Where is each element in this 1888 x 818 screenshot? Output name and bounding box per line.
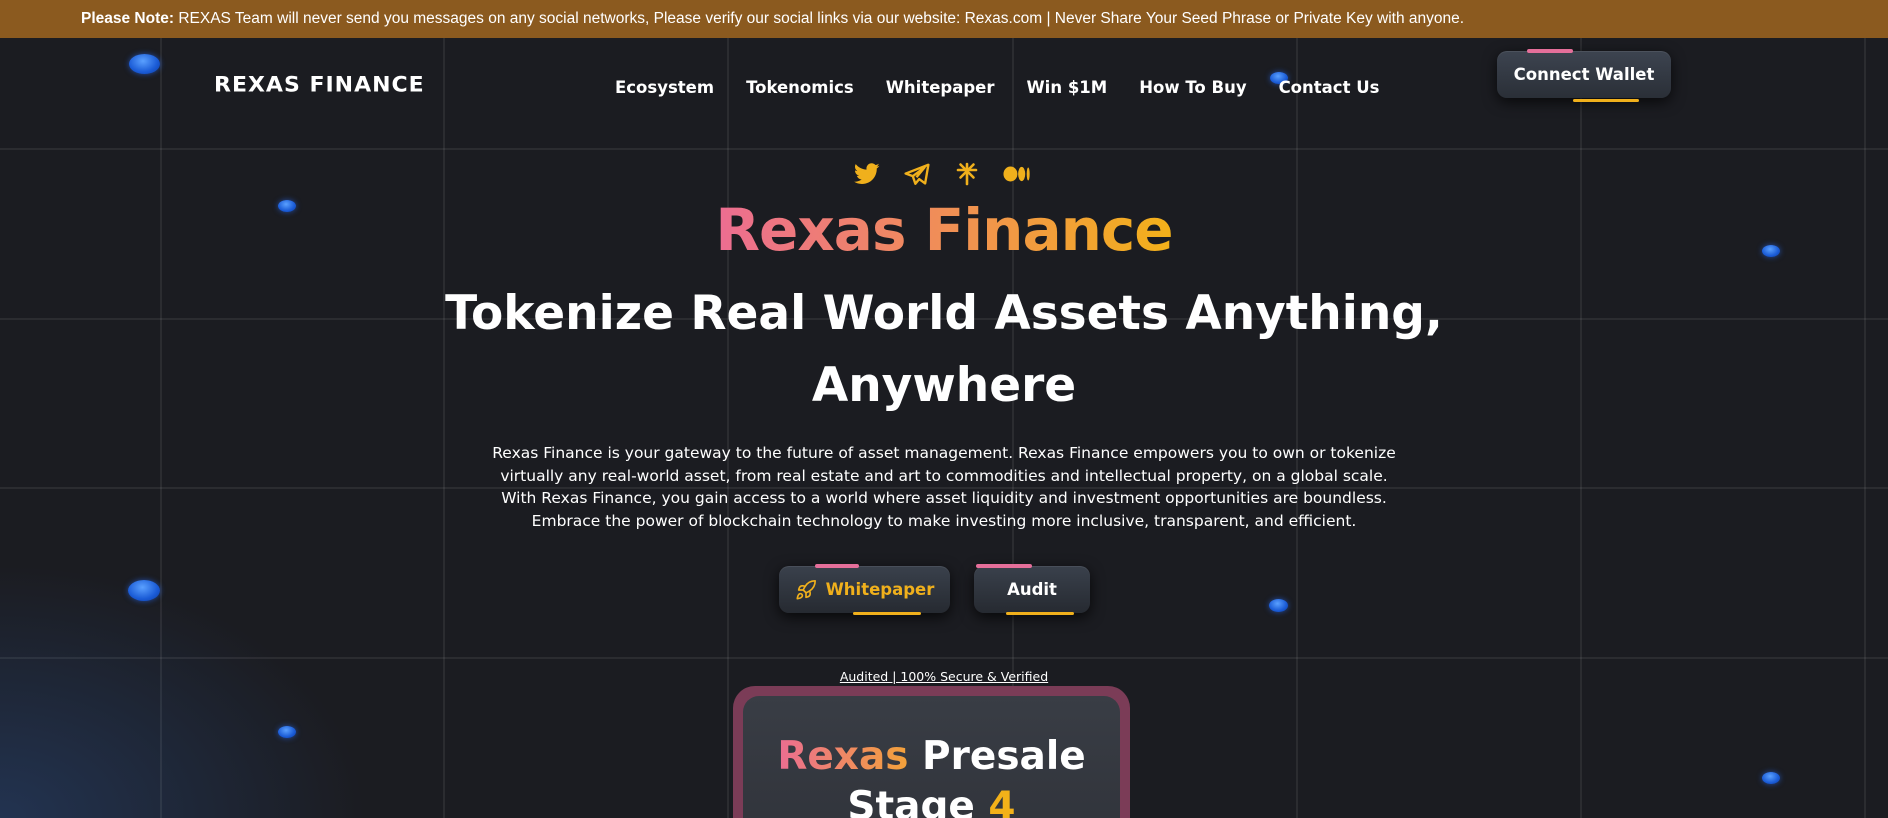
whitepaper-button[interactable]: Whitepaper — [779, 564, 950, 615]
description-line: virtually any real-world asset, from rea… — [500, 466, 1388, 485]
hero-subtitle-line: Anywhere — [811, 358, 1077, 413]
rocket-icon — [796, 579, 816, 600]
description-line: Rexas Finance is your gateway to the fut… — [492, 444, 1396, 462]
telegram-icon[interactable] — [903, 160, 931, 188]
grid-line — [0, 657, 1888, 659]
page: Please Note: REXAS Team will never send … — [0, 0, 1888, 818]
medium-icon[interactable] — [1003, 160, 1031, 188]
grid-line — [1296, 38, 1298, 818]
button-accent — [1006, 612, 1074, 615]
notice-bar: Please Note: REXAS Team will never send … — [0, 0, 1888, 38]
grid-line — [1864, 38, 1866, 818]
hero-title: Rexas Finance — [0, 196, 1888, 264]
description-line: Embrace the power of blockchain technolo… — [531, 511, 1357, 530]
audit-button-label: Audit — [1007, 580, 1057, 599]
nav-link-whitepaper[interactable]: Whitepaper — [886, 78, 995, 97]
nav-link-win-1m[interactable]: Win $1M — [1026, 78, 1107, 97]
main-nav: Ecosystem Tokenomics Whitepaper Win $1M … — [615, 78, 1411, 97]
description-line: With Rexas Finance, you gain access to a… — [501, 489, 1387, 507]
grid-line — [1580, 38, 1582, 818]
nav-link-tokenomics[interactable]: Tokenomics — [746, 78, 854, 97]
grid-line — [443, 38, 445, 818]
decor-dot — [1762, 772, 1780, 784]
audited-link[interactable]: Audited | 100% Secure & Verified — [0, 669, 1888, 684]
notice-label: Please Note: — [81, 10, 175, 27]
twitter-icon[interactable] — [853, 160, 881, 188]
decor-dot — [278, 726, 296, 738]
button-accent — [853, 612, 921, 615]
button-accent — [1573, 99, 1639, 102]
button-accent — [976, 564, 1032, 568]
grid-line — [160, 38, 162, 818]
whitepaper-button-label: Whitepaper — [825, 580, 935, 599]
nav-link-ecosystem[interactable]: Ecosystem — [615, 78, 714, 97]
decor-dot — [129, 54, 160, 74]
hero-description: Rexas Finance is your gateway to the fut… — [480, 442, 1408, 532]
decor-dot — [1269, 599, 1288, 612]
nav-link-contact-us[interactable]: Contact Us — [1279, 78, 1380, 97]
presale-card: Rexas Presale Stage 4 — [733, 686, 1130, 818]
site-logo[interactable]: REXAS FINANCE — [214, 74, 425, 98]
grid-line — [727, 38, 729, 818]
notice-text: REXAS Team will never send you messages … — [174, 10, 1465, 27]
nav-link-how-to-buy[interactable]: How To Buy — [1139, 78, 1246, 97]
linktree-icon[interactable] — [953, 160, 981, 188]
connect-wallet-label: Connect Wallet — [1513, 65, 1655, 84]
connect-wallet-button[interactable]: Connect Wallet — [1497, 49, 1671, 102]
hero-title-text: Rexas Finance — [715, 196, 1173, 264]
decor-dot — [128, 580, 160, 601]
presale-title: Rexas Presale Stage 4 — [743, 732, 1120, 818]
audit-button[interactable]: Audit — [974, 564, 1090, 615]
presale-card-inner: Rexas Presale Stage 4 — [743, 696, 1120, 818]
presale-word: Presale — [908, 734, 1086, 779]
presale-stage-label: Stage — [847, 784, 989, 818]
presale-brand: Rexas — [777, 734, 909, 779]
hero-subtitle-line: Tokenize Real World Assets Anything, — [445, 286, 1443, 341]
hero-subtitle: Tokenize Real World Assets Anything, Any… — [0, 278, 1888, 422]
social-links — [853, 160, 1031, 188]
grid-line — [0, 148, 1888, 150]
button-accent — [815, 564, 859, 568]
presale-stage-number: 4 — [988, 784, 1016, 818]
button-accent — [1527, 49, 1573, 53]
